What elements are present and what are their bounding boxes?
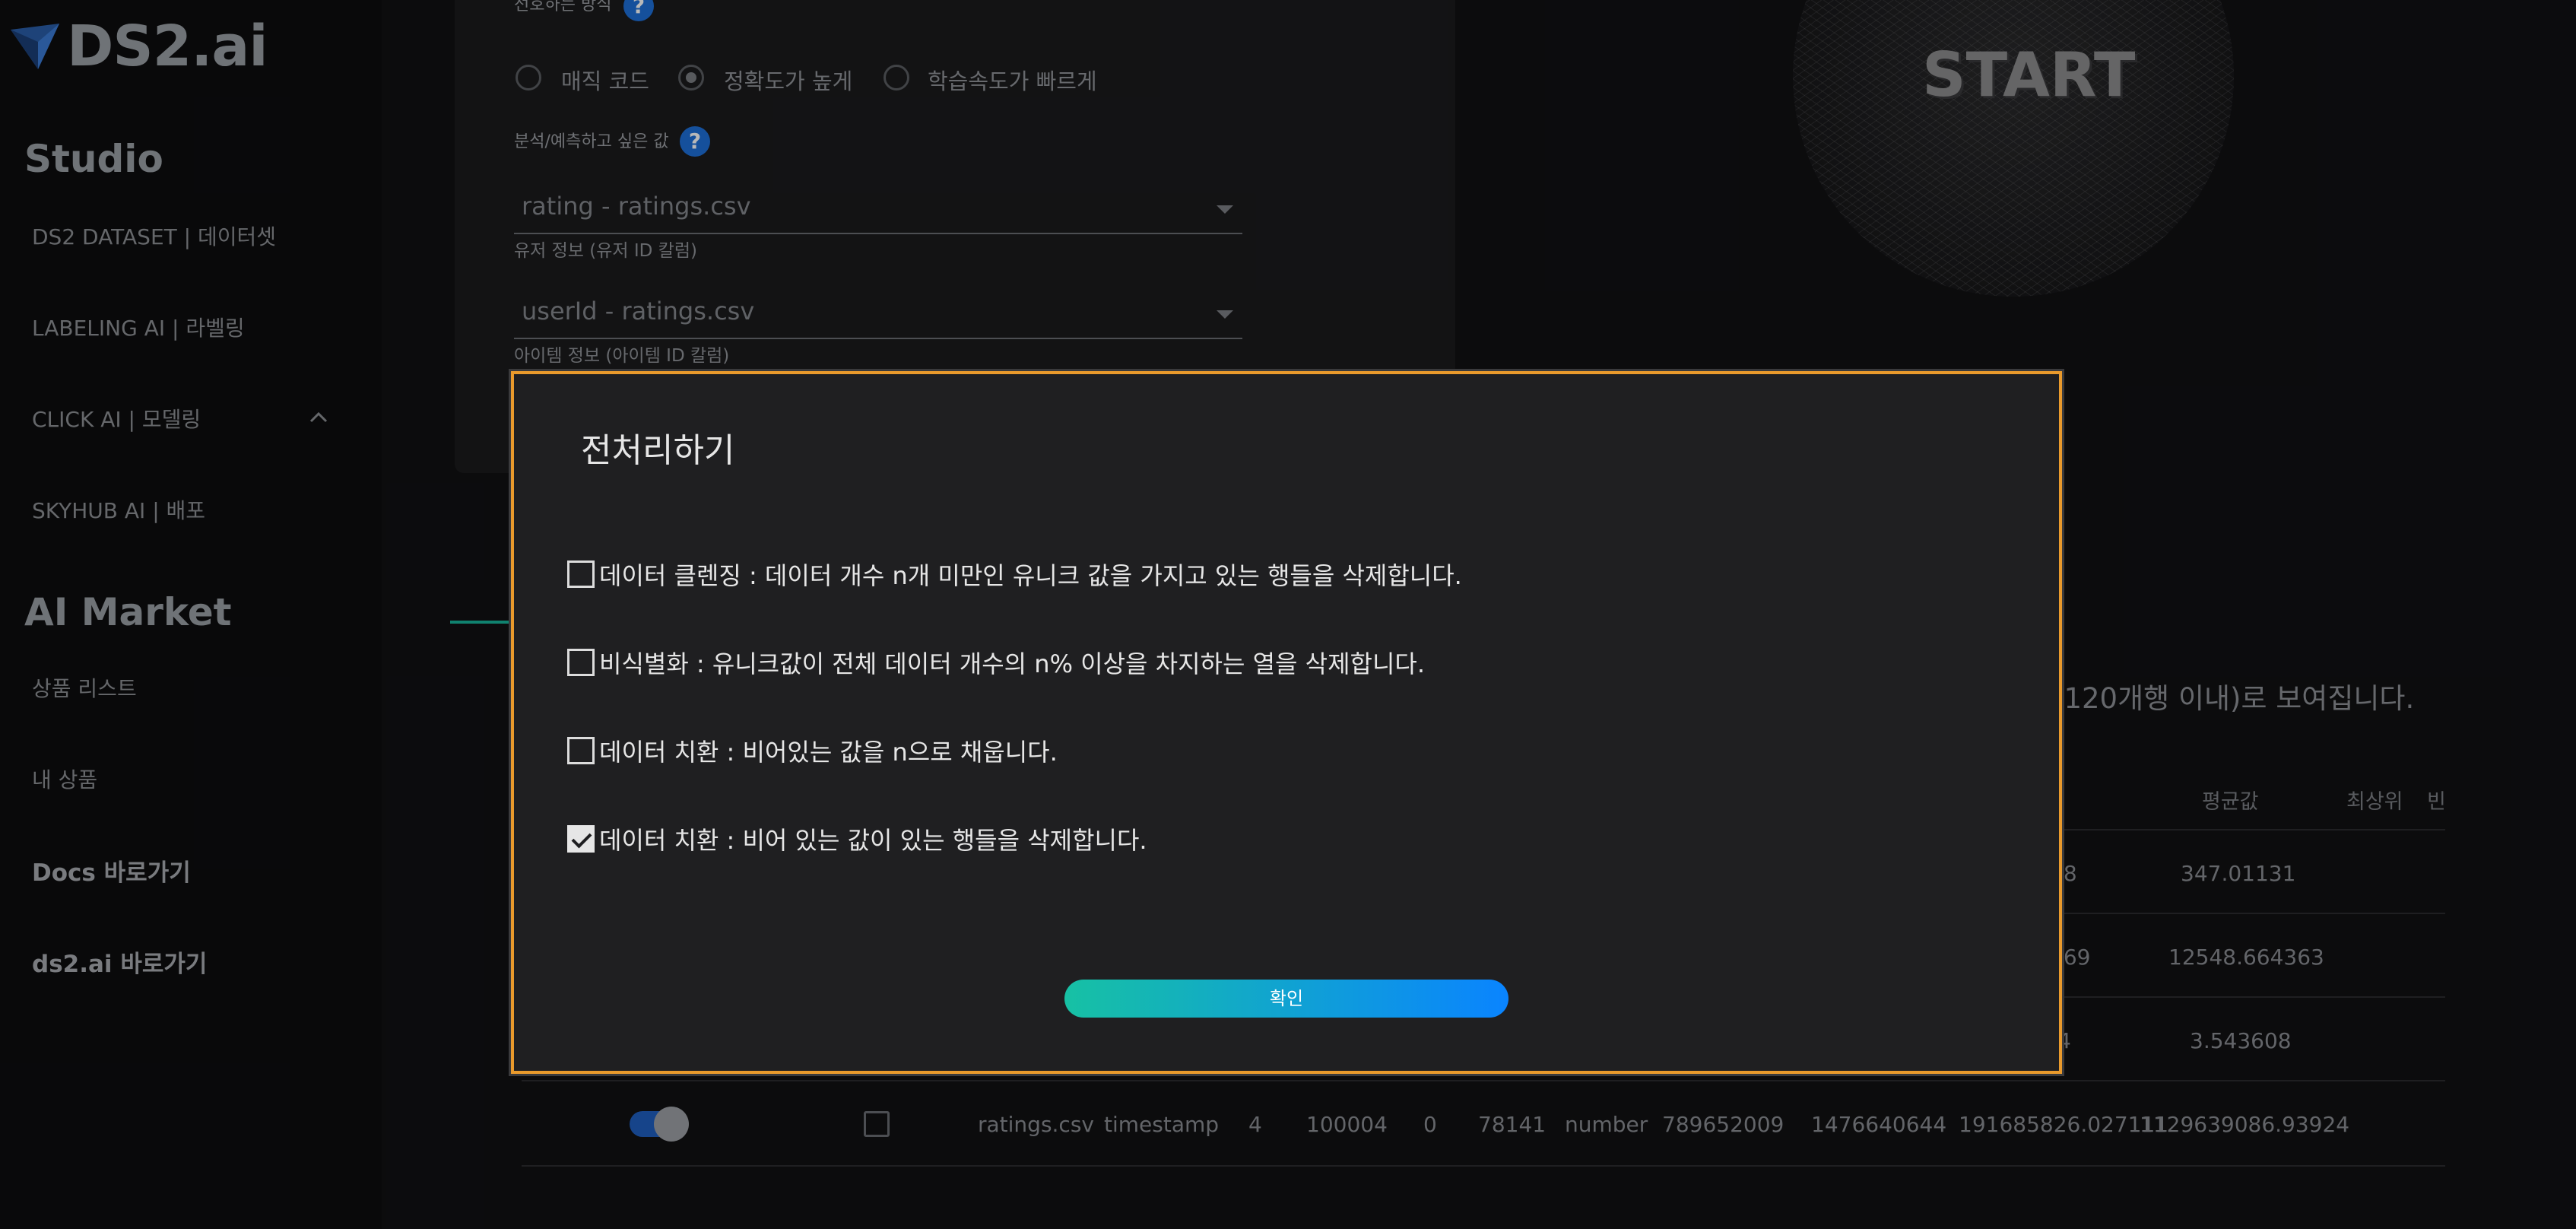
option-fill-empty[interactable]: 데이터 치환 : 비어있는 값을 n으로 채웁니다. <box>567 733 1058 768</box>
checkbox-data-cleansing[interactable] <box>567 561 595 588</box>
preprocess-modal: 전처리하기 데이터 클렌징 : 데이터 개수 n개 미만인 유니크 값을 가지고… <box>511 371 2062 1074</box>
modal-title: 전처리하기 <box>581 431 735 470</box>
option-label: 데이터 클렌징 : 데이터 개수 n개 미만인 유니크 값을 가지고 있는 행들… <box>599 561 1462 590</box>
option-data-cleansing[interactable]: 데이터 클렌징 : 데이터 개수 n개 미만인 유니크 값을 가지고 있는 행들… <box>567 557 1462 592</box>
option-label: 데이터 치환 : 비어 있는 값이 있는 행들을 삭제합니다. <box>599 826 1147 855</box>
checkbox-fill-empty[interactable] <box>567 737 595 764</box>
option-deidentify[interactable]: 비식별화 : 유니크값이 전체 데이터 개수의 n% 이상을 차지하는 열을 삭… <box>567 645 1425 680</box>
option-label: 데이터 치환 : 비어있는 값을 n으로 채웁니다. <box>599 738 1058 767</box>
confirm-button[interactable]: 확인 <box>1064 980 1508 1018</box>
checkbox-deidentify[interactable] <box>567 649 595 676</box>
option-drop-empty-rows[interactable]: 데이터 치환 : 비어 있는 값이 있는 행들을 삭제합니다. <box>567 821 1147 856</box>
option-label: 비식별화 : 유니크값이 전체 데이터 개수의 n% 이상을 차지하는 열을 삭… <box>599 649 1426 678</box>
checkbox-drop-empty-rows[interactable] <box>567 825 595 853</box>
